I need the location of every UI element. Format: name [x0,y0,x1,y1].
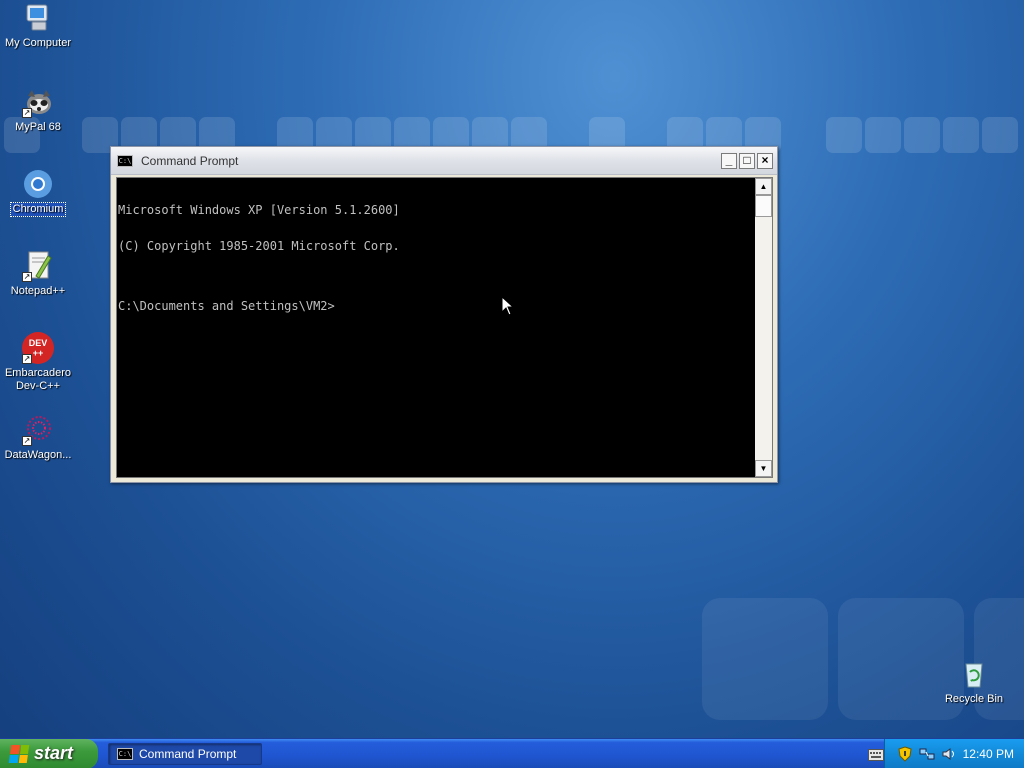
console-line: (C) Copyright 1985-2001 Microsoft Corp. [118,239,400,253]
keyboard-language-icon[interactable] [868,749,884,761]
desktop-icon-label: Chromium [9,202,67,217]
shortcut-arrow-icon: ↗ [22,108,32,118]
system-tray: 12:40 PM [883,738,1024,768]
security-shield-icon[interactable] [897,745,913,762]
vertical-scrollbar[interactable]: ▲ ▼ [755,178,772,477]
desktop-icon-datawagon[interactable]: ↗ DataWagon... [0,414,76,462]
notepadpp-icon: ↗ [22,250,54,282]
taskbar-button-label: Command Prompt [139,746,237,761]
chromium-icon [22,168,54,200]
console-output[interactable]: Microsoft Windows XP [Version 5.1.2600] … [117,178,755,477]
desktop-icon-label: Embarcadero Dev-C++ [4,367,72,392]
command-prompt-window[interactable]: C:\ Command Prompt _ □ × Microsoft Windo… [110,146,778,483]
shortcut-arrow-icon: ↗ [22,272,32,282]
network-icon[interactable] [919,746,935,762]
desktop-icon-label: My Computer [4,37,72,49]
desktop-icon-notepadpp[interactable]: ↗ Notepad++ [0,250,76,298]
scroll-down-button[interactable]: ▼ [755,460,772,477]
start-label: start [34,743,74,763]
console-area: Microsoft Windows XP [Version 5.1.2600] … [116,177,773,478]
scroll-track[interactable] [755,195,772,460]
scroll-up-button[interactable]: ▲ [755,178,772,195]
desktop-icon-label: MyPal 68 [15,121,61,133]
windows-flag-icon [8,744,30,763]
desktop-icon-chromium[interactable]: Chromium [0,168,76,217]
mouse-pointer-icon [501,296,515,316]
clock[interactable]: 12:40 PM [963,747,1014,761]
my-computer-icon [22,2,54,34]
mypal-raccoon-icon: ↗ [22,86,54,118]
datawagon-icon: ↗ [22,414,54,446]
recycle-bin-icon [958,658,990,690]
desktop-icon-my-computer[interactable]: My Computer [0,2,76,50]
devcpp-icon: DEV ++ ↗ [22,332,54,364]
start-button[interactable]: start [0,738,98,768]
shortcut-arrow-icon: ↗ [22,354,32,364]
scroll-thumb[interactable] [755,195,772,217]
desktop-icon-label: DataWagon... [4,449,72,461]
console-prompt-line: C:\Documents and Settings\VM2> [118,299,335,313]
command-prompt-icon: C:\ [117,747,133,760]
command-prompt-icon: C:\ [117,154,133,167]
desktop-icon-devcpp[interactable]: DEV ++ ↗ Embarcadero Dev-C++ [0,332,76,393]
minimize-button[interactable]: _ [721,152,737,169]
close-button[interactable]: × [757,152,773,169]
shortcut-arrow-icon: ↗ [22,436,32,446]
taskbar: start C:\ Command Prompt 12:40 PM [0,738,1024,768]
desktop-icon-mypal[interactable]: ↗ MyPal 68 [0,86,76,134]
volume-icon[interactable] [941,746,957,762]
desktop-icon-recycle-bin[interactable]: Recycle Bin [936,658,1012,706]
maximize-button[interactable]: □ [739,152,755,169]
taskbar-button-command-prompt[interactable]: C:\ Command Prompt [108,742,262,765]
desktop-icon-label: Notepad++ [10,285,66,297]
window-title: Command Prompt [141,153,239,168]
window-titlebar[interactable]: C:\ Command Prompt _ □ × [111,147,777,175]
console-line: Microsoft Windows XP [Version 5.1.2600] [118,203,400,217]
desktop-icon-label: Recycle Bin [944,693,1004,705]
